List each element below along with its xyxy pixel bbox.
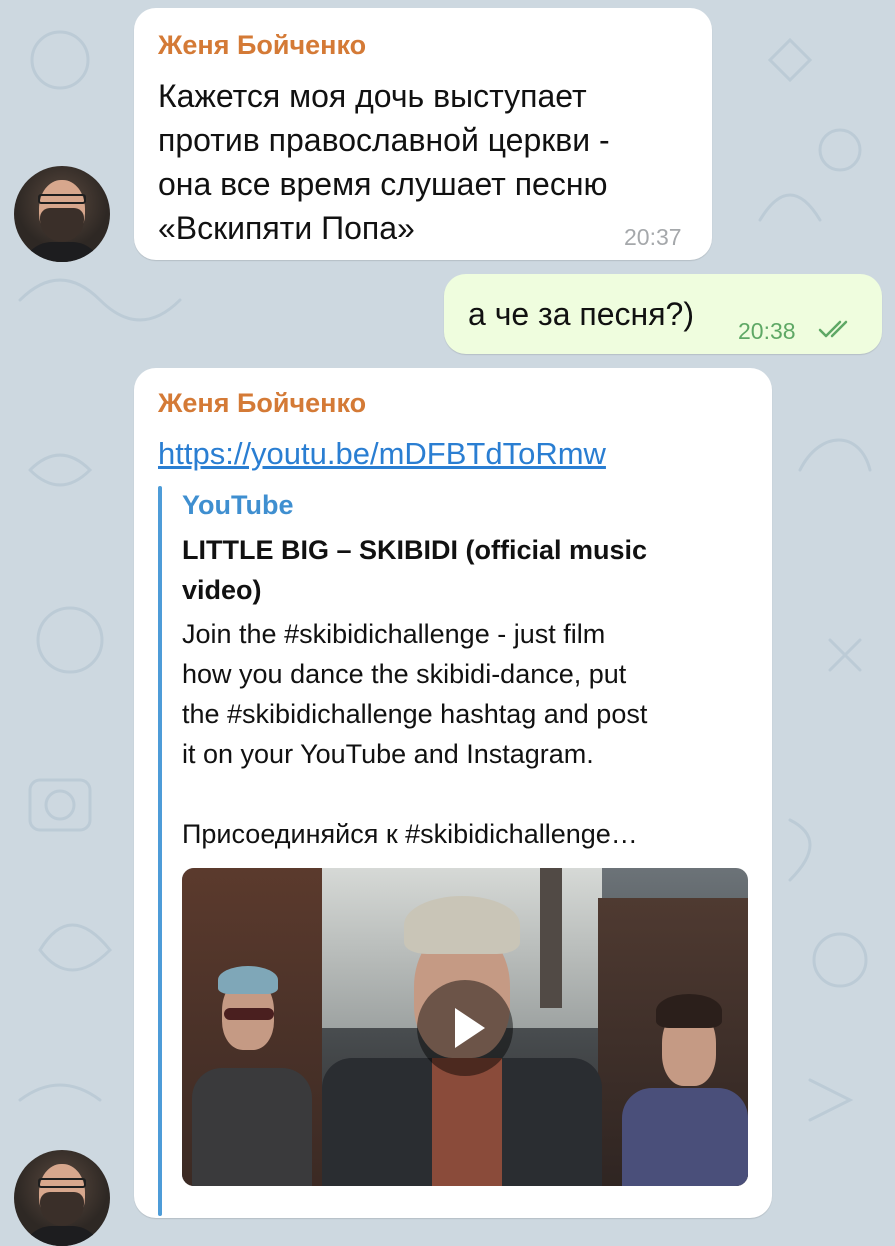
link-preview-title[interactable]: LITTLE BIG – SKIBIDI (official music vid…: [182, 530, 752, 610]
read-double-check-icon: [818, 320, 848, 338]
avatar[interactable]: [14, 166, 110, 262]
avatar-shirt: [22, 1226, 102, 1246]
message-text: а че за песня?): [468, 296, 694, 332]
avatar[interactable]: [14, 1150, 110, 1246]
incoming-link-message-bubble[interactable]: Женя Бойченко https://youtu.be/mDFBTdToR…: [134, 368, 772, 1218]
avatar-shirt: [22, 242, 102, 262]
avatar-beard: [40, 1192, 84, 1226]
sender-name[interactable]: Женя Бойченко: [158, 388, 366, 419]
link-preview-bar: [158, 486, 162, 1216]
avatar-glasses: [38, 1178, 86, 1188]
link-preview-thumbnail[interactable]: [182, 868, 748, 1186]
message-time: 20:37: [624, 224, 682, 250]
play-icon: [455, 1008, 485, 1048]
play-button[interactable]: [417, 980, 513, 1076]
avatar-glasses: [38, 194, 86, 204]
message-link[interactable]: https://youtu.be/mDFBTdToRmw: [158, 436, 606, 472]
message-time: 20:38: [738, 318, 796, 344]
link-preview-site[interactable]: YouTube: [182, 490, 293, 521]
sender-name[interactable]: Женя Бойченко: [158, 30, 366, 61]
avatar-beard: [40, 208, 84, 242]
incoming-message-bubble[interactable]: Женя Бойченко Кажется моя дочь выступает…: [134, 8, 712, 260]
thumbnail-chimney: [540, 868, 562, 1008]
outgoing-message-bubble[interactable]: а че за песня?) 20:38: [444, 274, 882, 354]
link-preview-description: Join the #skibidichallenge - just film h…: [182, 619, 648, 849]
